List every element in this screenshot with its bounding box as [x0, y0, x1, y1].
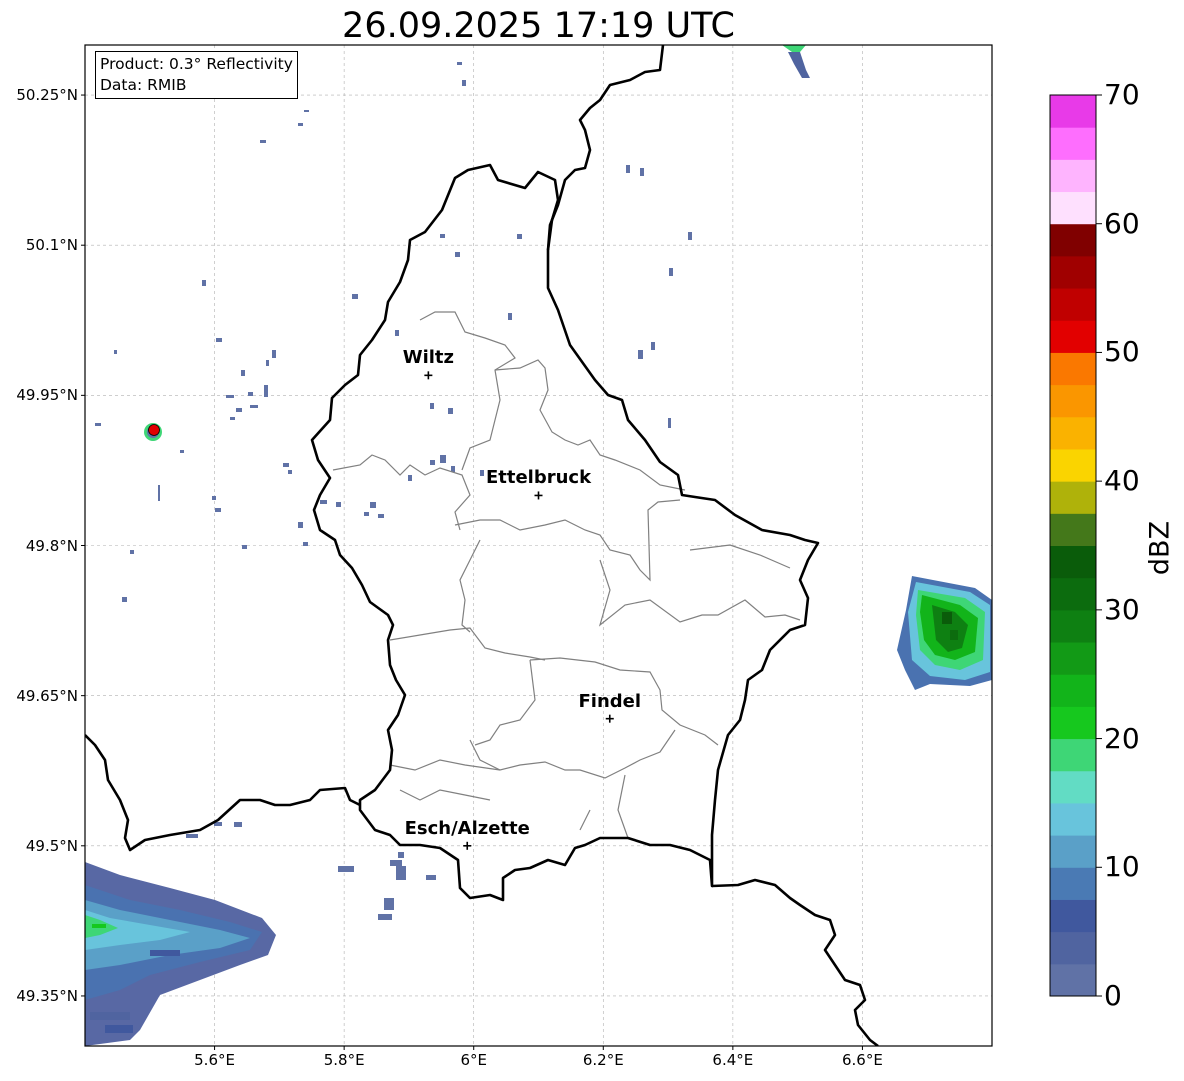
colorbar-segment — [1050, 609, 1096, 643]
colorbar-tick-label: 50 — [1104, 335, 1140, 369]
colorbar — [1050, 95, 1096, 997]
colorbar-segment — [1050, 706, 1096, 740]
colorbar-segment — [1050, 384, 1096, 418]
city-markers — [424, 371, 614, 850]
colorbar-segment — [1050, 191, 1096, 225]
colorbar-segment — [1050, 899, 1096, 933]
germany-border-north — [546, 45, 665, 251]
product-text: Product: 0.3° Reflectivity — [100, 55, 293, 73]
colorbar-segment — [1050, 223, 1096, 257]
lat-label: 49.8°N — [25, 536, 78, 555]
colorbar-tick-label: 0 — [1104, 979, 1122, 1012]
lon-label: 6°E — [460, 1051, 487, 1069]
colorbar-segment — [1050, 835, 1096, 868]
lat-label: 49.5°N — [25, 836, 78, 855]
colorbar-tick-label: 30 — [1104, 592, 1140, 626]
colorbar-segment — [1050, 320, 1096, 353]
lat-label: 50.1°N — [25, 236, 78, 255]
colorbar-segment — [1050, 481, 1096, 514]
graticule — [85, 45, 992, 1046]
colorbar-segment — [1050, 416, 1096, 450]
city-label: Findel — [578, 690, 642, 712]
echo-area-southwest — [85, 862, 276, 1046]
colorbar-segment — [1050, 127, 1096, 160]
city-label: Wiltz — [402, 347, 454, 369]
lon-label: 6.6°E — [842, 1051, 883, 1069]
radar-site-marker — [144, 423, 162, 441]
lon-label: 5.6°E — [194, 1051, 235, 1069]
lat-label: 49.95°N — [16, 386, 78, 405]
lat-label: 49.65°N — [16, 686, 78, 705]
colorbar-segment — [1050, 159, 1096, 193]
colorbar-segment — [1050, 95, 1096, 128]
france-belgium-border — [85, 734, 361, 852]
canton-boundaries — [332, 311, 801, 839]
colorbar-segment — [1050, 577, 1096, 611]
city-label: Ettelbruck — [485, 467, 592, 489]
colorbar-segment — [1050, 255, 1096, 289]
colorbar-segment — [1050, 674, 1096, 707]
germany-border-east — [711, 878, 879, 1046]
colorbar-tick-label: 40 — [1104, 464, 1140, 498]
colorbar-tick-label: 10 — [1104, 850, 1140, 884]
lat-label: 50.25°N — [16, 86, 78, 105]
echo-area-east — [897, 576, 992, 690]
colorbar-segment — [1050, 738, 1096, 772]
colorbar-segment — [1050, 642, 1096, 675]
lon-label: 6.2°E — [582, 1051, 624, 1069]
colorbar-tick-label: 20 — [1104, 721, 1140, 755]
colorbar-tick-label: 70 — [1104, 78, 1140, 111]
radar-map — [81, 44, 1102, 1050]
colorbar-segment — [1050, 288, 1096, 321]
colorbar-label: dBZ — [1144, 520, 1176, 576]
colorbar-segment — [1050, 931, 1096, 965]
colorbar-tick-label: 60 — [1104, 206, 1140, 240]
city-label: Esch/Alzette — [404, 817, 530, 839]
colorbar-segment — [1050, 802, 1096, 836]
colorbar-segment — [1050, 448, 1096, 482]
echo-area-northeast — [782, 45, 810, 78]
colorbar-segment — [1050, 545, 1096, 579]
colorbar-segment — [1050, 770, 1096, 804]
info-box: Product: 0.3° Reflectivity Data: RMIB — [95, 51, 298, 99]
colorbar-segment — [1050, 352, 1096, 386]
lon-label: 5.8°E — [323, 1051, 365, 1069]
echo-speckles — [95, 62, 692, 920]
colorbar-segment — [1050, 867, 1096, 900]
colorbar-segment — [1050, 963, 1096, 997]
colorbar-segment — [1050, 513, 1096, 546]
lat-label: 49.35°N — [16, 986, 78, 1005]
data-source-text: Data: RMIB — [100, 76, 187, 94]
lon-label: 6.4°E — [712, 1051, 754, 1069]
luxembourg-border — [310, 163, 820, 902]
